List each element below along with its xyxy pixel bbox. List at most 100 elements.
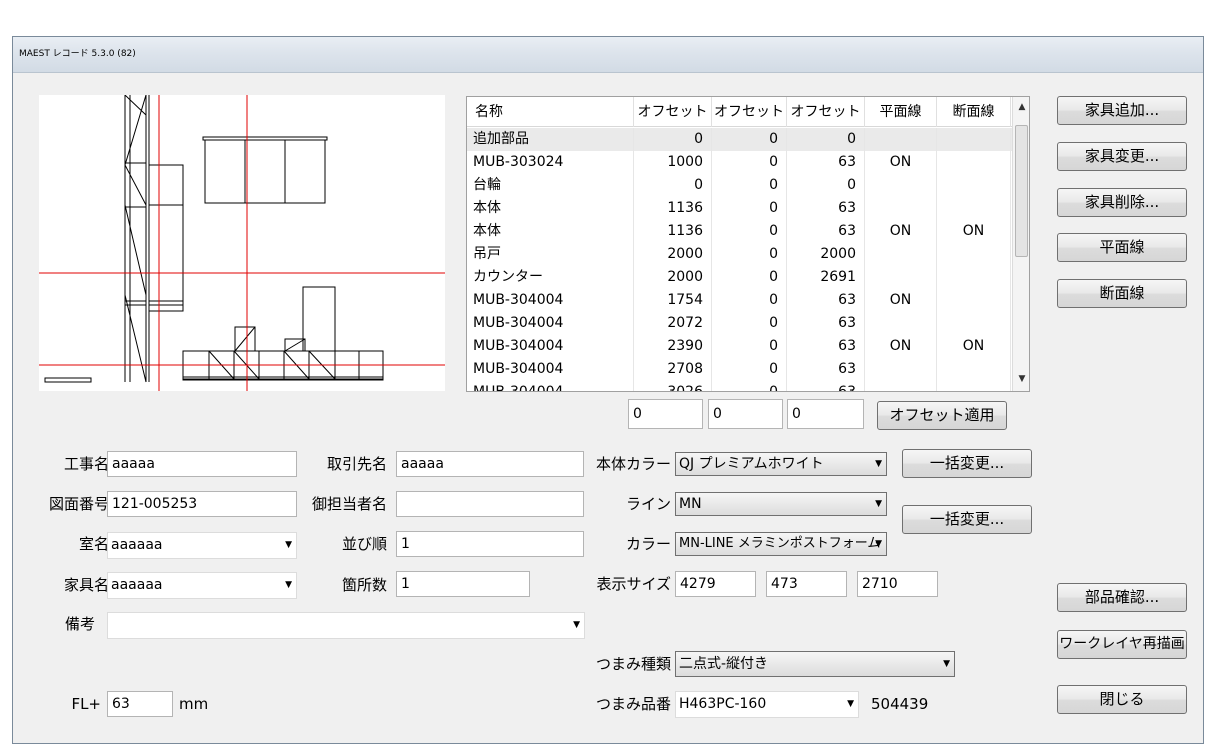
window-title: MAEST レコード 5.3.0 (82)	[19, 49, 136, 59]
location-count-label: 箇所数	[341, 576, 387, 594]
knob-number-value: H463PC-160	[679, 696, 767, 712]
plan-line-button[interactable]: 平面線	[1057, 233, 1187, 262]
chevron-down-icon[interactable]: ▼	[875, 453, 882, 475]
delete-furniture-button[interactable]: 家具削除...	[1057, 188, 1187, 217]
column-header-offset-h[interactable]: オフセットH	[787, 97, 865, 150]
person-in-charge-field[interactable]	[396, 491, 584, 517]
chevron-down-icon[interactable]: ▼	[285, 573, 292, 598]
table-scrollbar[interactable]: ▲ ▼	[1012, 97, 1029, 391]
app-window: MAEST レコード 5.3.0 (82) 名称 オフセット オフセット オフセ…	[12, 36, 1204, 744]
cell-offset-w: 1000	[634, 151, 712, 174]
furniture-name-combo[interactable]: aaaaaa ▼	[107, 572, 297, 599]
table-row[interactable]: MUB-304004 1754 0 63 ON	[467, 289, 1029, 312]
display-size-d-field[interactable]: 473	[766, 571, 847, 597]
drawing-canvas[interactable]	[39, 95, 445, 391]
cell-offset-w: 1754	[634, 289, 712, 312]
cell-offset-h: 0	[787, 174, 865, 197]
sort-order-field[interactable]: 1	[396, 531, 584, 557]
table-row[interactable]: カウンター 2000 0 2691	[467, 266, 1029, 289]
cell-offset-h: 63	[787, 312, 865, 335]
body-color-combo[interactable]: QJ プレミアムホワイト ▼	[675, 452, 887, 476]
triangle-up-icon[interactable]: ▲	[1013, 97, 1029, 117]
section-line-button[interactable]: 断面線	[1057, 279, 1187, 308]
cell-offset-w: 1136	[634, 220, 712, 243]
color-combo[interactable]: MN-LINE メラミンポストフォーム ▼	[675, 532, 887, 556]
table-row[interactable]: MUB-304004 2072 0 63	[467, 312, 1029, 335]
cell-offset-d: 0	[712, 243, 787, 266]
column-header-offset-d[interactable]: オフセットD	[712, 97, 787, 150]
offset-apply-button[interactable]: オフセット適用	[877, 401, 1007, 430]
triangle-down-icon[interactable]: ▼	[1013, 369, 1029, 389]
cell-offset-w: 2000	[634, 266, 712, 289]
add-furniture-button[interactable]: 家具追加...	[1057, 96, 1187, 125]
table-row[interactable]: 追加部品 0 0 0	[467, 128, 1029, 151]
table-row[interactable]: MUB-303024 1000 0 63 ON	[467, 151, 1029, 174]
display-size-h-field[interactable]: 2710	[857, 571, 938, 597]
knob-type-combo[interactable]: 二点式-縦付き ▼	[675, 651, 955, 677]
client-name-field[interactable]: aaaaa	[396, 451, 584, 477]
cell-name: 本体	[467, 197, 634, 220]
person-in-charge-label: 御担当者名	[311, 495, 387, 513]
table-row[interactable]: 本体 1136 0 63 ON ON	[467, 220, 1029, 243]
redraw-work-layer-button[interactable]: ワークレイヤ再描画	[1057, 630, 1187, 659]
chevron-down-icon[interactable]: ▼	[847, 692, 854, 717]
scroll-thumb[interactable]	[1015, 125, 1028, 257]
table-row[interactable]: MUB-304004 3026 0 63	[467, 381, 1029, 391]
cell-offset-w: 2708	[634, 358, 712, 381]
cell-plan-line	[865, 243, 937, 266]
chevron-down-icon[interactable]: ▼	[943, 652, 950, 676]
cell-offset-w: 0	[634, 174, 712, 197]
title-bar[interactable]: MAEST レコード 5.3.0 (82)	[13, 37, 1203, 73]
offset-d-input[interactable]: 0	[708, 399, 783, 429]
drawing-number-label: 図面番号	[48, 495, 109, 513]
sort-order-label: 並び順	[341, 535, 387, 553]
cell-section-line: ON	[937, 335, 1011, 358]
parts-check-button[interactable]: 部品確認...	[1057, 583, 1187, 612]
offset-h-input[interactable]: 0	[787, 399, 864, 429]
color-value: MN-LINE メラミンポストフォーム	[679, 536, 881, 551]
column-header-section-line[interactable]: 断面線	[937, 97, 1011, 127]
chevron-down-icon[interactable]: ▼	[875, 493, 882, 515]
cell-offset-h: 63	[787, 151, 865, 174]
table-row[interactable]: 吊戸 2000 0 2000	[467, 243, 1029, 266]
cell-plan-line	[865, 197, 937, 220]
close-button[interactable]: 閉じる	[1057, 685, 1187, 714]
notes-combo[interactable]: ▼	[107, 612, 585, 639]
cell-offset-d: 0	[712, 335, 787, 358]
table-row[interactable]: MUB-304004 2708 0 63	[467, 358, 1029, 381]
project-name-field[interactable]: aaaaa	[107, 451, 297, 477]
cell-offset-h: 0	[787, 128, 865, 151]
chevron-down-icon[interactable]: ▼	[285, 533, 292, 558]
cell-section-line	[937, 197, 1011, 220]
change-furniture-button[interactable]: 家具変更...	[1057, 142, 1187, 171]
knob-number-combo[interactable]: H463PC-160 ▼	[675, 691, 859, 718]
line-combo[interactable]: MN ▼	[675, 492, 887, 516]
column-header-name[interactable]: 名称	[467, 97, 634, 127]
bulk-change-line-button[interactable]: 一括変更...	[902, 505, 1032, 534]
offset-w-input[interactable]: 0	[628, 399, 703, 429]
cell-offset-d: 0	[712, 312, 787, 335]
cell-plan-line: ON	[865, 289, 937, 312]
cell-plan-line: ON	[865, 151, 937, 174]
display-size-w-field[interactable]: 4279	[675, 571, 756, 597]
table-row[interactable]: 本体 1136 0 63	[467, 197, 1029, 220]
location-count-field[interactable]: 1	[396, 571, 530, 597]
table-row[interactable]: 台輪 0 0 0	[467, 174, 1029, 197]
cell-offset-d: 0	[712, 128, 787, 151]
cell-plan-line	[865, 358, 937, 381]
drawing-number-field[interactable]: 121-005253	[107, 491, 297, 517]
chevron-down-icon[interactable]: ▼	[573, 613, 580, 638]
room-name-combo[interactable]: aaaaaa ▼	[107, 532, 297, 559]
cell-name: 台輪	[467, 174, 634, 197]
fl-field[interactable]: 63	[107, 691, 173, 717]
table-row[interactable]: MUB-304004 2390 0 63 ON ON	[467, 335, 1029, 358]
parts-table[interactable]: 名称 オフセットW オフセットD オフセットH 平面線 断面線 追加部品000M…	[466, 96, 1030, 392]
notes-label: 備考	[64, 615, 95, 633]
chevron-down-icon[interactable]: ▼	[875, 533, 882, 555]
column-header-offset-w[interactable]: オフセットW	[634, 97, 712, 150]
cell-name: MUB-304004	[467, 381, 634, 391]
knob-code: 504439	[871, 695, 929, 713]
column-header-plan-line[interactable]: 平面線	[865, 97, 937, 127]
bulk-change-color-button[interactable]: 一括変更...	[902, 449, 1032, 478]
cell-name: MUB-304004	[467, 335, 634, 358]
